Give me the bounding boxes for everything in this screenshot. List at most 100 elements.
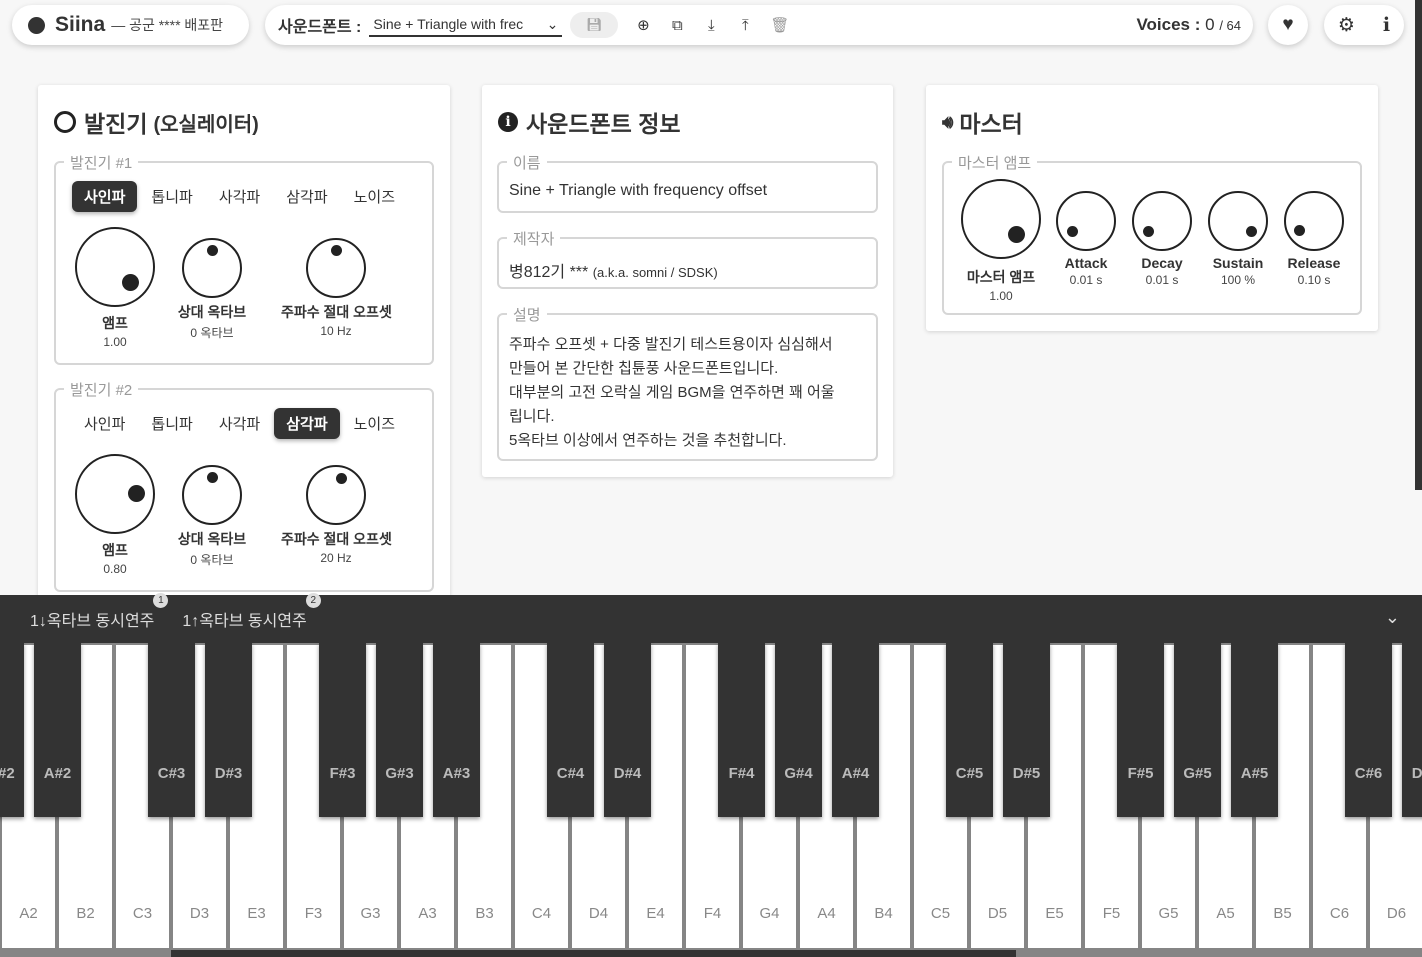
octave-down-toggle[interactable]: 1↓옥타브 동시연주 1 [30,593,169,631]
knob-indicator [1142,225,1154,237]
copy-icon[interactable]: ⧉ [668,17,686,34]
voices-readout: Voices : 0 / 64 [1136,15,1241,35]
master-card: 🔊︎ 마스터 마스터 앰프 마스터 앰프 1.00 Attack 0.01 s Decay 0… [926,85,1378,331]
info-title-text: 사운드폰트 정보 [526,111,681,137]
black-key[interactable]: F#3 [319,643,366,817]
knob-dial[interactable] [1208,191,1268,251]
soundfont-select[interactable]: Sine + Triangle with frec ⌄ [369,14,563,37]
oscillator-card: 발진기 (오실레이터) 발진기 #1 사인파 톱니파 사각파 삼각파 노이즈 앰프 1.00 상대… [38,85,450,605]
chevron-down-icon[interactable]: ⌄ [1385,607,1400,628]
black-key[interactable]: C#4 [547,643,594,817]
black-key[interactable]: G#3 [376,643,423,817]
knob-label: 주파수 절대 오프셋 [281,304,392,320]
gear-icon[interactable]: ⚙ [1338,14,1355,37]
octave-up-toggle[interactable]: 1↑옥타브 동시연주 2 [182,593,321,631]
description-line: 대부분의 고전 오락실 게임 BGM을 연주하면 꽤 어울 [509,384,835,401]
waveform-tabs: 사인파 톱니파 사각파 삼각파 노이즈 [72,181,409,212]
black-key[interactable]: G#2 [0,643,24,817]
black-key[interactable]: G#4 [775,643,822,817]
knob-dial[interactable] [75,227,155,307]
master-amp-group: 마스터 앰프 마스터 앰프 1.00 Attack 0.01 s Decay 0.01 sS… [942,152,1362,315]
knob-dial[interactable] [182,465,242,525]
knob-dial[interactable] [75,454,155,534]
upload-icon[interactable]: ⤒ [736,17,754,34]
tab-waveform[interactable]: 삼각파 [274,181,339,212]
voices-label: Voices : [1136,15,1201,34]
master-title-text: 마스터 [959,111,1023,137]
keyboard-scrollbar[interactable] [0,950,1422,957]
black-key[interactable]: C#5 [946,643,993,817]
black-key[interactable]: A#2 [34,643,81,817]
save-icon: 💾︎ [586,17,603,32]
trash-icon[interactable]: 🗑︎ [770,16,789,34]
knob-dial[interactable] [306,238,366,298]
black-key[interactable]: D#5 [1003,643,1050,817]
soundfont-label: 사운드폰트 : [278,19,362,36]
black-key[interactable]: F#5 [1117,643,1164,817]
save-button[interactable]: 💾︎ [570,12,619,38]
info-title: i 사운드폰트 정보 [498,105,681,139]
heartbeat-button[interactable]: ♥ [1268,5,1308,45]
knob-indicator [1293,224,1305,236]
tab-waveform[interactable]: 톱니파 [139,408,204,439]
download-icon[interactable]: ⤓ [702,17,720,34]
black-key[interactable]: G#5 [1174,643,1221,817]
description-line: 만들어 본 간단한 칩튠풍 사운드폰트입니다. [509,360,779,377]
knob-dial[interactable] [961,179,1041,259]
knob[interactable]: 앰프 0.80 [60,454,170,576]
knob-indicator [1066,225,1078,237]
black-key[interactable]: A#4 [832,643,879,817]
knob-label: 앰프 [102,315,128,331]
knob[interactable]: 주파수 절대 오프셋 10 Hz [281,238,392,338]
knob-indicator [331,245,343,257]
knob-dial[interactable] [306,465,366,525]
knob[interactable]: 주파수 절대 오프셋 20 Hz [281,465,392,565]
page-scrollbar[interactable] [1415,0,1422,490]
author-legend: 제작자 [507,228,561,249]
soundfont-info-card: i 사운드폰트 정보 이름 Sine + Triangle with frequen… [482,85,893,477]
tab-waveform[interactable]: 사각파 [207,408,272,439]
tab-waveform[interactable]: 삼각파 [274,408,340,439]
oscillator-group: 발진기 #2 사인파 톱니파 사각파 삼각파 노이즈 앰프 0.80 상대 옥타브 0 옥타브 주파… [54,379,434,592]
black-key[interactable]: C#3 [148,643,195,817]
tab-waveform[interactable]: 사인파 [72,408,137,439]
black-key[interactable]: D#4 [604,643,651,817]
scrollbar-thumb[interactable] [170,950,1016,957]
knob[interactable]: 상대 옥타브 0 옥타브 [157,465,267,568]
knob[interactable]: 마스터 앰프 1.00 [956,179,1046,303]
add-icon[interactable]: ⊕ [634,16,652,34]
knob-value: 10 Hz [320,324,352,338]
black-key[interactable]: A#3 [433,643,480,817]
author-aka: (a.k.a. somni / SDSK) [592,265,718,280]
knob[interactable]: Release 0.10 s [1269,191,1359,287]
black-key[interactable]: D#3 [205,643,252,817]
description-legend: 설명 [507,304,547,325]
knob-dial[interactable] [1132,191,1192,251]
status-dot-icon [28,16,45,34]
tab-waveform[interactable]: 노이즈 [342,181,407,212]
oscillator-title: 발진기 (오실레이터) [54,105,259,139]
tab-waveform[interactable]: 톱니파 [139,181,204,212]
knob-dial[interactable] [1284,191,1344,251]
tab-waveform[interactable]: 사인파 [72,181,138,212]
oscillator-title-sub: (오실레이터) [153,113,259,136]
black-key[interactable]: C#6 [1345,643,1392,817]
knob[interactable]: 앰프 1.00 [60,227,170,349]
master-legend: 마스터 앰프 [952,152,1038,173]
tab-waveform[interactable]: 사각파 [207,181,272,212]
name-field: 이름 Sine + Triangle with frequency offset [497,152,878,213]
knob[interactable]: 상대 옥타브 0 옥타브 [157,238,267,341]
black-key[interactable]: A#5 [1231,643,1278,817]
black-key[interactable]: F#4 [718,643,765,817]
black-key[interactable]: D#6 [1402,643,1422,817]
knob-dial[interactable] [1056,191,1116,251]
voices-current: 0 [1205,15,1215,34]
knob-indicator [128,485,146,503]
tab-waveform[interactable]: 노이즈 [342,408,407,439]
knob-dial[interactable] [182,238,242,298]
master-title: 🔊︎ 마스터 [942,105,1023,139]
octave-down-label: 1↓옥타브 동시연주 [30,613,155,630]
oscillator-title-text: 발진기 [84,111,148,137]
knob-value: 0.10 s [1297,273,1331,287]
info-icon[interactable]: i [1383,14,1390,36]
